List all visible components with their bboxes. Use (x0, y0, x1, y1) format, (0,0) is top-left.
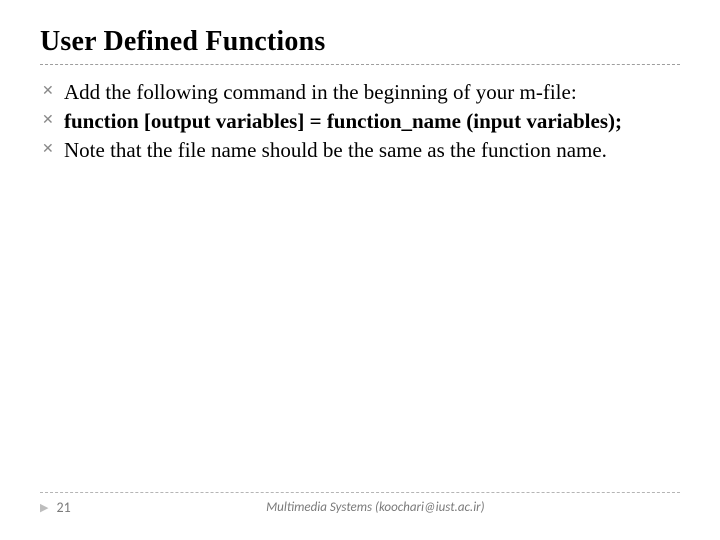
title-divider (40, 64, 680, 65)
list-item: ✕ function [output variables] = function… (40, 108, 680, 135)
footer-center-text: Multimedia Systems (koochari@iust.ac.ir) (71, 500, 680, 515)
page-number: 21 (56, 499, 70, 516)
bullet-text: function [output variables] = function_n… (64, 108, 680, 135)
footer-row: ▶ 21 Multimedia Systems (koochari@iust.a… (40, 499, 680, 516)
footer-arrow-icon: ▶ (40, 502, 48, 513)
bullet-icon: ✕ (40, 108, 64, 134)
slide-title: User Defined Functions (40, 26, 680, 58)
bullet-icon: ✕ (40, 137, 64, 163)
footer-divider (40, 492, 680, 493)
list-item: ✕ Note that the file name should be the … (40, 137, 680, 164)
bullet-text: Note that the file name should be the sa… (64, 137, 680, 164)
slide: User Defined Functions ✕ Add the followi… (0, 0, 720, 540)
bullet-icon: ✕ (40, 79, 64, 105)
bullet-text: Add the following command in the beginni… (64, 79, 680, 106)
content-area: ✕ Add the following command in the begin… (40, 79, 680, 164)
list-item: ✕ Add the following command in the begin… (40, 79, 680, 106)
footer: ▶ 21 Multimedia Systems (koochari@iust.a… (40, 492, 680, 516)
